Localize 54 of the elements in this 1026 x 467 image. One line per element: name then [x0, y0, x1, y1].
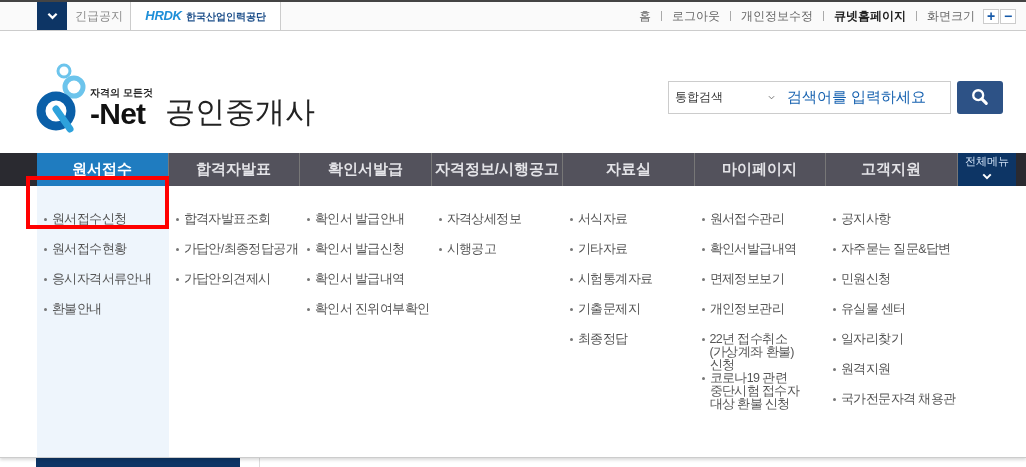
menu-link[interactable]: 확인서발급내역: [701, 243, 797, 273]
nav-tab[interactable]: 합격자발표: [168, 153, 300, 186]
menu-link[interactable]: 코로나19 관련 중단시험 접수자 대상 환불 신청: [701, 372, 800, 411]
zoom-button[interactable]: +: [983, 8, 999, 24]
menu-link[interactable]: 확인서 발급안내: [307, 213, 405, 243]
nav-tab[interactable]: 자격정보/시행공고: [431, 153, 563, 186]
menu-link[interactable]: 개인정보관리: [701, 303, 784, 333]
menu-link[interactable]: 기타자료: [570, 243, 628, 273]
menu-link[interactable]: 서식자료: [570, 213, 628, 243]
menu-link[interactable]: 원서접수관리: [701, 213, 784, 243]
menu-link[interactable]: 기출문제지: [570, 303, 640, 333]
menu-link[interactable]: 합격자발표조회: [175, 213, 271, 243]
menu-link[interactable]: 시험통계자료: [570, 273, 653, 303]
menu-link[interactable]: 면제정보보기: [701, 273, 784, 303]
menu-link[interactable]: 응시자격서류안내: [44, 273, 152, 303]
menu-link[interactable]: 자주묻는 질문&답변: [833, 243, 951, 273]
chevron-down-icon: [46, 12, 58, 20]
menu-link[interactable]: 확인서 발급신청: [307, 243, 405, 273]
search-button[interactable]: [957, 80, 1003, 114]
menu-link[interactable]: 환불안내: [44, 303, 102, 333]
menu-link[interactable]: 자격상세정보: [438, 213, 521, 243]
menu-link[interactable]: 22년 접수취소 (가상계좌 환불) 신청: [701, 333, 794, 372]
agency-logo[interactable]: HRDK 한국산업인력공단: [131, 2, 281, 30]
top-link[interactable]: 큐넷홈페이지: [834, 7, 906, 25]
nav-tab[interactable]: 자료실: [563, 153, 695, 186]
zoom-button[interactable]: −: [1000, 8, 1016, 24]
menu-link[interactable]: 공지사항: [833, 213, 891, 243]
menu-link[interactable]: 원서접수신청: [44, 213, 127, 243]
menu-link[interactable]: 확인서 발급내역: [307, 273, 405, 303]
search-icon: [971, 88, 989, 106]
all-menu-button[interactable]: 전체메뉴: [957, 153, 1016, 186]
page-title: 공인중개사: [164, 95, 315, 129]
menu-link[interactable]: 일자리찾기: [833, 333, 903, 363]
menu-link[interactable]: 유실물 센터: [833, 303, 906, 333]
menu-link[interactable]: 최종정답: [570, 333, 628, 363]
nav-tab[interactable]: 확인서발급: [300, 153, 432, 186]
logo-wordmark: -Net: [90, 99, 146, 129]
top-link[interactable]: 홈: [639, 7, 651, 25]
menu-link[interactable]: 국가전문자격 채용관: [833, 393, 956, 423]
chevron-down-icon: [981, 173, 992, 180]
nav-tab[interactable]: 고객지원: [826, 153, 958, 186]
top-link[interactable]: 개인정보수정: [741, 7, 813, 25]
menu-link[interactable]: 가답안/최종정답공개: [175, 243, 298, 273]
nav-tab[interactable]: 마이페이지: [694, 153, 826, 186]
menu-link[interactable]: 원서접수현황: [44, 243, 127, 273]
menu-link[interactable]: 가답안의견제시: [175, 273, 271, 303]
top-link[interactable]: 화면크기: [927, 7, 975, 25]
menu-link[interactable]: 확인서 진위여부확인: [307, 303, 430, 333]
menu-link[interactable]: 민원신청: [833, 273, 891, 303]
menu-link[interactable]: 시행공고: [438, 243, 497, 273]
top-link[interactable]: 로그아웃: [672, 7, 720, 25]
menu-link[interactable]: 원격지원: [833, 363, 891, 393]
logo-tagline: 자격의 모든것: [90, 87, 153, 99]
dropdown-toggle-button[interactable]: [37, 2, 67, 30]
